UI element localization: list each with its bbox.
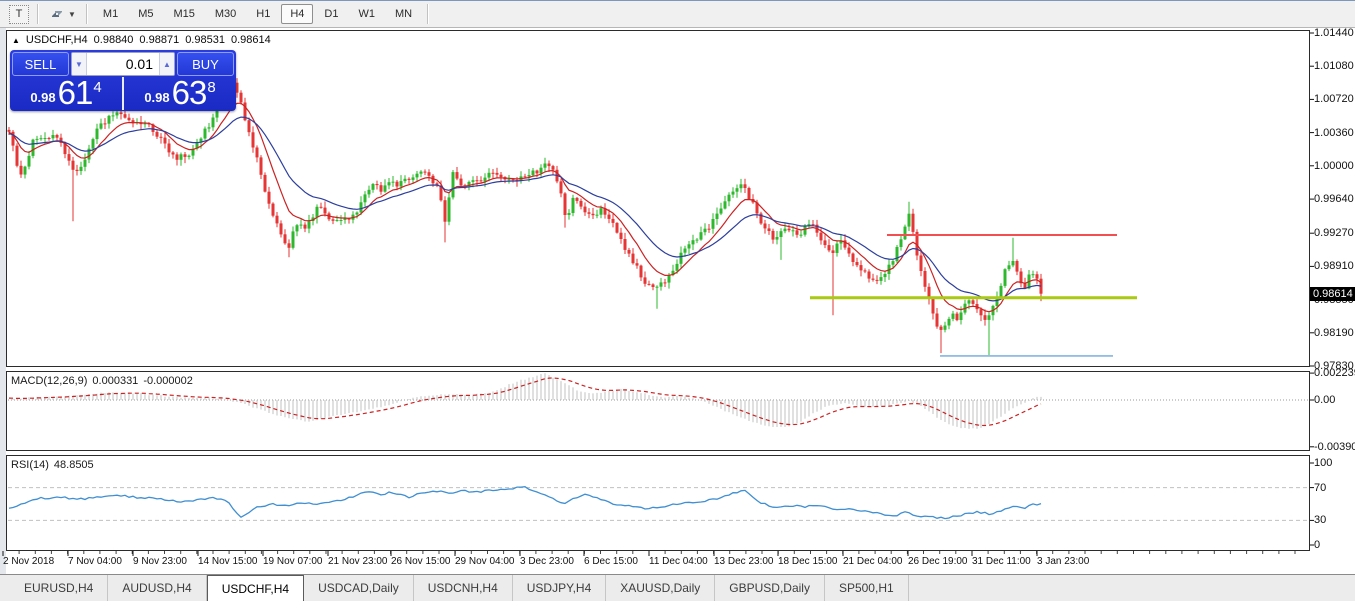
sell-price-main: 61 xyxy=(58,78,93,108)
price-axis-label: 0.99270 xyxy=(1314,227,1354,239)
rsi-axis-label: 70 xyxy=(1314,482,1326,494)
sell-price[interactable]: 0.98 61 4 xyxy=(10,77,124,110)
price-axis-label: 1.01080 xyxy=(1314,60,1354,72)
macd-axis-label: 0.00 xyxy=(1314,394,1335,406)
volume-input[interactable]: 0.01 xyxy=(87,53,159,75)
macd-label: MACD(12,26,9) xyxy=(11,375,87,387)
price-axis-label: 0.98910 xyxy=(1314,260,1354,272)
volume-stepper: ▼ 0.01 ▲ xyxy=(71,52,175,76)
chart-tab-audusd[interactable]: AUDUSD,H4 xyxy=(108,575,206,601)
buy-price-sup: 8 xyxy=(207,82,215,94)
rsi-pane[interactable] xyxy=(6,455,1310,551)
date-axis-label: 13 Dec 23:00 xyxy=(714,556,774,567)
timeframe-button-m5[interactable]: M5 xyxy=(129,4,162,24)
ohlc-open: 0.98840 xyxy=(94,34,134,46)
timeframe-buttons: M1M5M15M30H1H4D1W1MN xyxy=(93,4,422,24)
symbol-timeframe-label: USDCHF,H4 xyxy=(26,34,88,46)
date-axis-label: 3 Jan 23:00 xyxy=(1037,556,1089,567)
chart-tab-eurusd[interactable]: EURUSD,H4 xyxy=(10,575,108,601)
date-axis-label: 26 Nov 15:00 xyxy=(391,556,451,567)
date-axis-label: 31 Dec 11:00 xyxy=(972,556,1031,567)
chart-ohlc-header: ▲ USDCHF,H4 0.98840 0.98871 0.98531 0.98… xyxy=(12,34,271,46)
chart-tab-bar: EURUSD,H4AUDUSD,H4USDCHF,H4USDCAD,DailyU… xyxy=(0,574,1355,601)
chart-tab-usdchf[interactable]: USDCHF,H4 xyxy=(207,575,304,601)
price-axis-label: 1.00720 xyxy=(1314,93,1354,105)
timeframe-button-m15[interactable]: M15 xyxy=(164,4,203,24)
rsi-axis-label: 30 xyxy=(1314,514,1326,526)
macd-value-main: 0.000331 xyxy=(92,375,138,387)
timeframe-button-h4[interactable]: H4 xyxy=(281,4,313,24)
chart-tab-xauusd[interactable]: XAUUSD,Daily xyxy=(606,575,715,601)
date-axis-label: 6 Dec 15:00 xyxy=(584,556,638,567)
rsi-axis-label: 100 xyxy=(1314,457,1332,469)
ohlc-close: 0.98614 xyxy=(231,34,271,46)
buy-price[interactable]: 0.98 63 8 xyxy=(124,77,236,110)
date-axis-label: 14 Nov 15:00 xyxy=(198,556,258,567)
chart-tab-gbpusd[interactable]: GBPUSD,Daily xyxy=(715,575,825,601)
date-axis-label: 7 Nov 04:00 xyxy=(68,556,122,567)
timeframe-button-m1[interactable]: M1 xyxy=(94,4,127,24)
volume-up-button[interactable]: ▲ xyxy=(159,53,174,75)
arrows-icon-glyph xyxy=(49,7,65,21)
date-axis-label: 2 Nov 2018 xyxy=(3,556,54,567)
date-axis-label: 29 Nov 04:00 xyxy=(455,556,515,567)
date-axis-label: 18 Dec 15:00 xyxy=(778,556,838,567)
date-axis-label: 11 Dec 04:00 xyxy=(649,556,708,567)
toolbar-separator xyxy=(37,4,39,24)
chart-tab-usdjpy[interactable]: USDJPY,H4 xyxy=(513,575,606,601)
macd-axis-label: -0.003901 xyxy=(1314,441,1355,453)
buy-price-main: 63 xyxy=(172,78,207,108)
buy-button[interactable]: BUY xyxy=(177,52,234,76)
date-axis-label: 9 Nov 23:00 xyxy=(133,556,187,567)
timeframe-button-mn[interactable]: MN xyxy=(386,4,421,24)
timeframe-button-m30[interactable]: M30 xyxy=(206,4,245,24)
chart-tab-sp500[interactable]: SP500,H1 xyxy=(825,575,909,601)
chart-tab-usdcnh[interactable]: USDCNH,H4 xyxy=(414,575,513,601)
date-axis-label: 19 Nov 07:00 xyxy=(263,556,323,567)
chevron-down-icon[interactable]: ▼ xyxy=(68,10,76,19)
current-price-tag: 0.98614 xyxy=(1310,287,1355,301)
macd-value-signal: -0.000002 xyxy=(143,375,193,387)
trade-panel-toggle-icon[interactable]: ▲ xyxy=(12,36,20,45)
price-axis-label: 1.01440 xyxy=(1314,27,1354,39)
date-axis-label: 3 Dec 23:00 xyxy=(520,556,574,567)
ohlc-low: 0.98531 xyxy=(185,34,225,46)
date-axis-label: 21 Nov 23:00 xyxy=(328,556,388,567)
sell-price-sup: 4 xyxy=(93,82,101,94)
arrows-tool-icon[interactable]: ▼ xyxy=(46,5,79,23)
macd-pane[interactable] xyxy=(6,371,1310,451)
ohlc-high: 0.98871 xyxy=(139,34,179,46)
rsi-label-row: RSI(14) 48.8505 xyxy=(11,459,94,471)
date-axis-label: 21 Dec 04:00 xyxy=(843,556,903,567)
sell-price-prefix: 0.98 xyxy=(30,88,55,108)
toolbar: T ▼ M1M5M15M30H1H4D1W1MN xyxy=(0,0,1355,28)
rsi-label: RSI(14) xyxy=(11,459,49,471)
price-axis-label: 0.99640 xyxy=(1314,193,1354,205)
timeframe-button-h1[interactable]: H1 xyxy=(247,4,279,24)
one-click-trade-panel: SELL ▼ 0.01 ▲ BUY 0.98 61 4 0.98 63 8 xyxy=(10,50,236,111)
toolbar-separator xyxy=(427,4,429,24)
price-axis-label: 1.00000 xyxy=(1314,160,1354,172)
buy-price-prefix: 0.98 xyxy=(144,88,169,108)
price-axis-label: 1.00360 xyxy=(1314,127,1354,139)
price-axis-label: 0.98190 xyxy=(1314,327,1354,339)
rsi-value: 48.8505 xyxy=(54,459,94,471)
timeframe-button-w1[interactable]: W1 xyxy=(349,4,384,24)
volume-down-button[interactable]: ▼ xyxy=(72,53,87,75)
sell-button[interactable]: SELL xyxy=(12,52,69,76)
terminal-window: T ▼ M1M5M15M30H1H4D1W1MN ▲ USDCHF,H4 0.9… xyxy=(0,0,1355,601)
chart-tab-usdcad[interactable]: USDCAD,Daily xyxy=(304,575,414,601)
macd-label-row: MACD(12,26,9) 0.000331 -0.000002 xyxy=(11,375,193,387)
date-axis-label: 26 Dec 19:00 xyxy=(908,556,968,567)
toolbar-separator xyxy=(86,4,88,24)
text-tool-icon[interactable]: T xyxy=(9,5,29,24)
timeframe-button-d1[interactable]: D1 xyxy=(315,4,347,24)
rsi-axis-label: 0 xyxy=(1314,539,1320,551)
macd-axis-label: 0.002239 xyxy=(1314,367,1355,379)
